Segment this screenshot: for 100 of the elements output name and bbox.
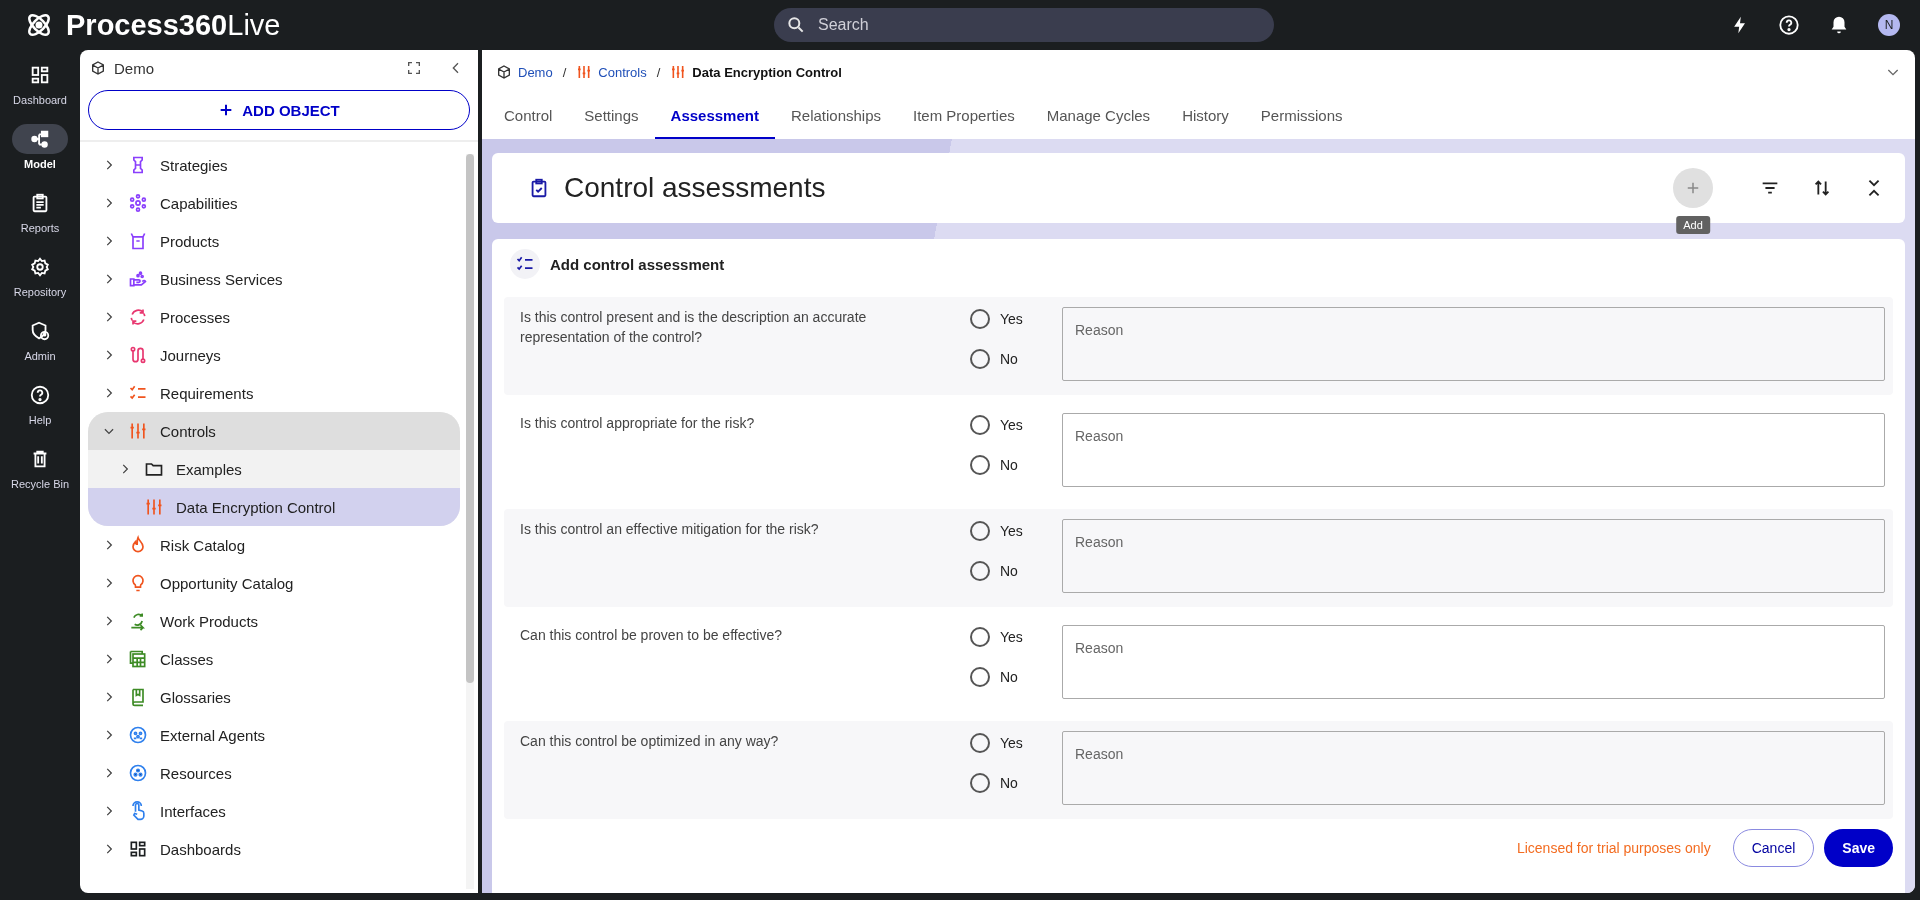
radio-option[interactable]: No (970, 665, 1062, 689)
selected-nav-highlight[interactable] (12, 124, 68, 154)
search-field[interactable]: Search (816, 15, 1262, 35)
tab[interactable]: Manage Cycles (1030, 94, 1167, 139)
question-text: Is this control appropriate for the risk? (520, 414, 756, 433)
panel-title: Demo (114, 59, 154, 77)
sliders-icon (576, 64, 593, 80)
nav-label: Model (24, 158, 56, 170)
tree-item[interactable]: Business Services (88, 260, 460, 298)
search-bar[interactable]: Search (774, 8, 1274, 42)
radio-button[interactable] (970, 455, 990, 475)
tree-item-label: Classes (160, 650, 214, 668)
tree-item[interactable]: Requirements (88, 374, 460, 412)
radio-option[interactable]: No (970, 559, 1062, 583)
tree-item-label: Dashboards (160, 840, 241, 858)
tab[interactable]: Item Properties (897, 94, 1031, 139)
app-name: Process360Live (66, 8, 281, 42)
tab[interactable]: History (1166, 94, 1245, 139)
add-object-button[interactable]: ADD OBJECT (88, 90, 470, 130)
cancel-button[interactable]: Cancel (1732, 829, 1815, 867)
breadcrumb-separator: / (562, 64, 567, 80)
radio-option[interactable]: Yes (970, 307, 1062, 331)
user-avatar[interactable]: N (1878, 14, 1900, 36)
radio-option[interactable]: Yes (970, 625, 1062, 649)
tab[interactable]: Control (488, 94, 569, 139)
scrollbar-thumb[interactable] (466, 154, 474, 684)
tree-item[interactable]: Capabilities (88, 184, 460, 222)
scrollbar[interactable] (466, 154, 474, 889)
tree-item[interactable]: Data Encryption Control (88, 488, 460, 526)
radio-option[interactable]: Yes (970, 731, 1062, 755)
radio-option[interactable]: No (970, 347, 1062, 371)
tree-item[interactable]: Products (88, 222, 460, 260)
help-icon[interactable] (1778, 14, 1800, 36)
tree-item[interactable]: Glossaries (88, 678, 460, 716)
license-notice: Licensed for trial purposes only (1516, 840, 1711, 856)
radio-button[interactable] (970, 349, 990, 369)
tree-item[interactable]: Classes (88, 640, 460, 678)
tree-item-label: Controls (160, 422, 216, 440)
nav-label: Dashboard (13, 94, 67, 106)
reason-field[interactable]: Reason (1062, 625, 1885, 699)
reason-field[interactable]: Reason (1062, 519, 1885, 593)
tree-item-label: Interfaces (160, 802, 226, 820)
tree-item-label: Processes (160, 308, 231, 326)
radio-option[interactable]: No (970, 453, 1062, 477)
add-button[interactable] (1673, 168, 1713, 208)
tree-item-label: Products (160, 232, 220, 250)
nav-label: Admin (24, 350, 56, 362)
radio-button[interactable] (970, 415, 990, 435)
nav-label: Help (28, 414, 52, 426)
breadcrumb-separator: / (656, 64, 661, 80)
nav-label: Repository (13, 286, 67, 298)
radio-button[interactable] (970, 521, 990, 541)
radio-button[interactable] (970, 733, 990, 753)
tree-item[interactable]: Strategies (88, 146, 460, 184)
settings-icon (29, 256, 51, 278)
tree-item-label: Journeys (160, 346, 221, 364)
radio-button[interactable] (970, 309, 990, 329)
tree-item[interactable]: Dashboards (88, 830, 460, 868)
nav-label: Reports (20, 222, 60, 234)
hierarchy-icon (29, 128, 51, 150)
tree-item[interactable]: Processes (88, 298, 460, 336)
breadcrumb-link[interactable]: Controls (598, 64, 647, 80)
save-button[interactable]: Save (1824, 829, 1893, 867)
shield-icon (29, 320, 51, 342)
tree-item[interactable]: Controls (88, 412, 460, 450)
tree-item-label: Capabilities (160, 194, 238, 212)
tab[interactable]: Relationships (774, 94, 897, 139)
breadcrumb-link[interactable]: Demo (518, 64, 553, 80)
reason-field[interactable]: Reason (1062, 307, 1885, 381)
tree-item-label: Risk Catalog (160, 536, 246, 554)
reason-field[interactable]: Reason (1062, 413, 1885, 487)
reason-field[interactable]: Reason (1062, 731, 1885, 805)
radio-button[interactable] (970, 561, 990, 581)
radio-option[interactable]: Yes (970, 413, 1062, 437)
tree-item[interactable]: Resources (88, 754, 460, 792)
nav-label: Recycle Bin (10, 478, 70, 490)
checklist-icon (510, 249, 540, 279)
radio-button[interactable] (970, 627, 990, 647)
radio-option[interactable]: No (970, 771, 1062, 795)
tree-item-label: Glossaries (160, 688, 231, 706)
radio-button[interactable] (970, 667, 990, 687)
tree-item[interactable]: Work Products (88, 602, 460, 640)
tree-item-label: Strategies (160, 156, 228, 174)
fullscreen-icon[interactable] (406, 60, 422, 76)
radio-option[interactable]: Yes (970, 519, 1062, 543)
tree-item[interactable]: External Agents (88, 716, 460, 754)
sliders-icon (670, 64, 687, 80)
help-icon (29, 384, 51, 406)
tree-item[interactable]: Interfaces (88, 792, 460, 830)
tree-item[interactable]: Opportunity Catalog (88, 564, 460, 602)
cube-icon (90, 60, 106, 76)
tab[interactable]: Settings (568, 94, 655, 139)
tree-item[interactable]: Risk Catalog (88, 526, 460, 564)
form-title: Add control assessment (550, 255, 725, 273)
radio-button[interactable] (970, 773, 990, 793)
tree-item[interactable]: Journeys (88, 336, 460, 374)
cube-icon (496, 64, 512, 80)
tab[interactable]: Permissions (1244, 94, 1359, 139)
question-text: Is this control present and is the description an accurate representation of the control? (520, 308, 868, 347)
tree-item-label: Business Services (160, 270, 283, 288)
